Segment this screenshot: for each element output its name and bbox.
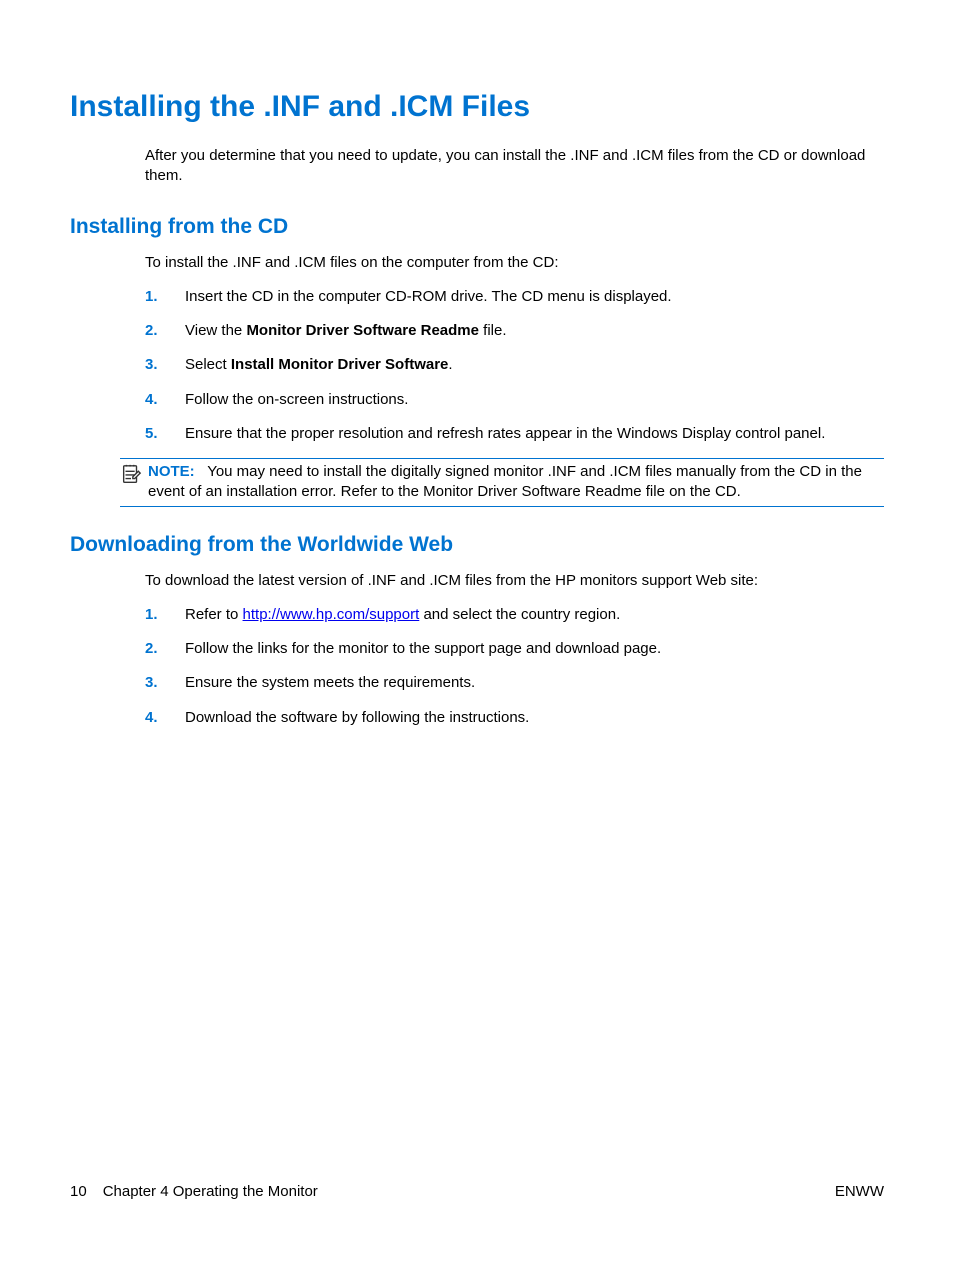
list-item: Follow the links for the monitor to the … xyxy=(145,639,884,659)
footer-right: ENWW xyxy=(835,1183,884,1200)
list-item: Download the software by following the i… xyxy=(145,708,884,728)
step-text: Refer to xyxy=(185,606,243,623)
steps-list-cd: Insert the CD in the computer CD-ROM dri… xyxy=(145,287,884,444)
page-number: 10 xyxy=(70,1183,87,1200)
list-item: Insert the CD in the computer CD-ROM dri… xyxy=(145,287,884,307)
steps-list-web: Refer to http://www.hp.com/support and s… xyxy=(145,605,884,728)
step-bold: Install Monitor Driver Software xyxy=(231,356,449,373)
intro-paragraph: After you determine that you need to upd… xyxy=(145,146,884,187)
list-item: Ensure that the proper resolution and re… xyxy=(145,424,884,444)
list-item: Refer to http://www.hp.com/support and s… xyxy=(145,605,884,625)
step-text: View the xyxy=(185,322,246,339)
support-link[interactable]: http://www.hp.com/support xyxy=(243,606,420,623)
list-item: Follow the on-screen instructions. xyxy=(145,390,884,410)
note-label: NOTE: xyxy=(148,463,195,480)
list-item: View the Monitor Driver Software Readme … xyxy=(145,321,884,341)
section-heading-web: Downloading from the Worldwide Web xyxy=(70,533,884,557)
page-footer: 10 Chapter 4 Operating the Monitor ENWW xyxy=(0,1183,954,1200)
step-text: and select the country region. xyxy=(419,606,620,623)
step-bold: Monitor Driver Software Readme xyxy=(246,322,479,339)
section-heading-cd: Installing from the CD xyxy=(70,215,884,239)
note-block: NOTE: You may need to install the digita… xyxy=(120,458,884,507)
page-title: Installing the .INF and .ICM Files xyxy=(70,90,884,124)
step-text: Select xyxy=(185,356,231,373)
list-item: Ensure the system meets the requirements… xyxy=(145,673,884,693)
section2-lead: To download the latest version of .INF a… xyxy=(145,571,884,591)
section1-lead: To install the .INF and .ICM files on th… xyxy=(145,253,884,273)
note-text: You may need to install the digitally si… xyxy=(148,463,862,500)
step-text: file. xyxy=(479,322,507,339)
step-text: . xyxy=(448,356,452,373)
note-icon xyxy=(120,463,142,485)
chapter-label: Chapter 4 Operating the Monitor xyxy=(103,1183,318,1200)
list-item: Select Install Monitor Driver Software. xyxy=(145,355,884,375)
